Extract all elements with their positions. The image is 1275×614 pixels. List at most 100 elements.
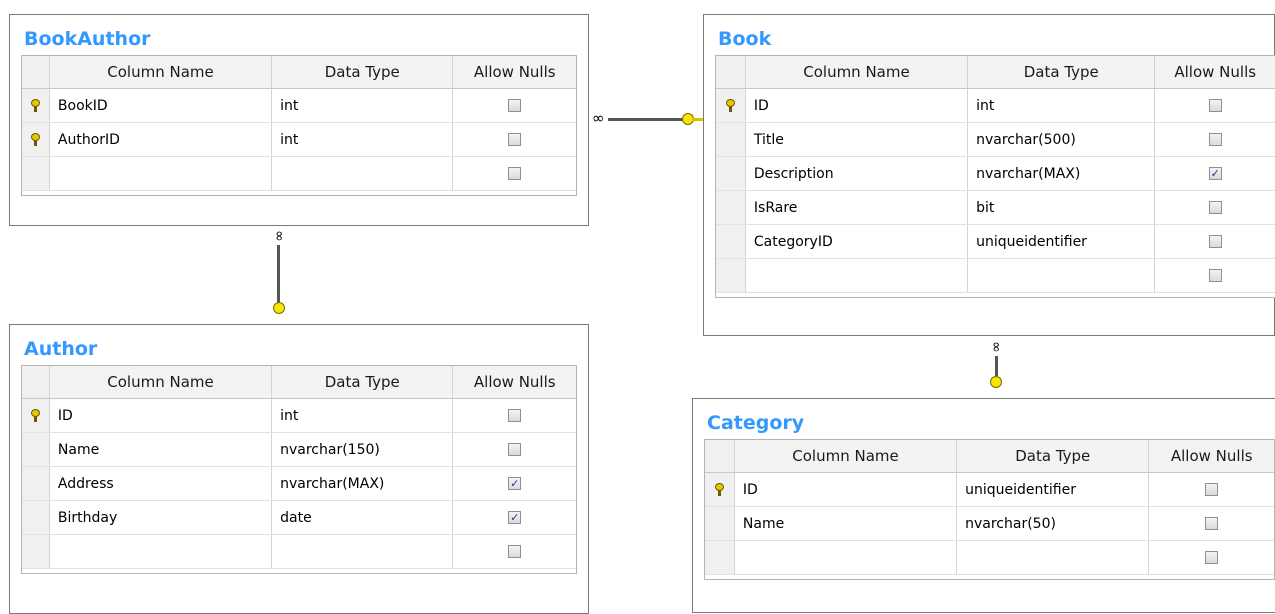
column-name-cell[interactable]	[50, 535, 273, 568]
row-selector[interactable]	[22, 123, 50, 156]
data-type-cell[interactable]: nvarchar(500)	[968, 123, 1156, 156]
header-column-name[interactable]: Column Name	[746, 56, 969, 88]
allow-nulls-checkbox[interactable]	[508, 99, 522, 112]
row-selector[interactable]	[716, 123, 746, 156]
table-row[interactable]: AuthorID int	[22, 123, 576, 157]
allow-nulls-checkbox[interactable]	[508, 167, 522, 180]
table-row[interactable]	[22, 535, 576, 569]
row-selector[interactable]	[22, 399, 50, 432]
row-selector[interactable]	[716, 157, 746, 190]
allow-nulls-checkbox[interactable]: ✓	[508, 477, 522, 490]
header-column-name[interactable]: Column Name	[50, 366, 273, 398]
column-name-cell[interactable]: ID	[735, 473, 958, 506]
data-type-cell[interactable]: nvarchar(MAX)	[272, 467, 454, 500]
column-name-cell[interactable]: Description	[746, 157, 969, 190]
allow-nulls-checkbox[interactable]	[1208, 201, 1222, 214]
table-row[interactable]: Name nvarchar(150)	[22, 433, 576, 467]
allow-nulls-checkbox[interactable]	[1205, 517, 1219, 530]
data-type-cell[interactable]: int	[968, 89, 1156, 122]
allow-nulls-checkbox[interactable]: ✓	[1208, 167, 1222, 180]
allow-nulls-checkbox[interactable]	[508, 409, 522, 422]
data-type-cell[interactable]: nvarchar(MAX)	[968, 157, 1156, 190]
column-name-cell[interactable]: Birthday	[50, 501, 273, 534]
table-row[interactable]: CategoryID uniqueidentifier	[716, 225, 1275, 259]
table-row[interactable]: ID uniqueidentifier	[705, 473, 1274, 507]
allow-nulls-checkbox[interactable]	[508, 133, 522, 146]
allow-nulls-checkbox[interactable]	[1208, 99, 1222, 112]
header-data-type[interactable]: Data Type	[968, 56, 1156, 88]
table-row[interactable]: BookID int	[22, 89, 576, 123]
header-data-type[interactable]: Data Type	[957, 440, 1150, 472]
data-type-cell[interactable]	[272, 157, 454, 190]
table-row[interactable]: Title nvarchar(500)	[716, 123, 1275, 157]
allow-nulls-checkbox[interactable]	[508, 443, 522, 456]
column-name-cell[interactable]: AuthorID	[50, 123, 273, 156]
data-type-cell[interactable]	[968, 259, 1156, 292]
data-type-cell[interactable]: int	[272, 123, 454, 156]
column-name-cell[interactable]: ID	[50, 399, 273, 432]
row-selector[interactable]	[716, 89, 746, 122]
allow-nulls-checkbox[interactable]	[1205, 551, 1219, 564]
row-selector[interactable]	[22, 501, 50, 534]
table-row[interactable]: ID int	[22, 399, 576, 433]
column-name-cell[interactable]: ID	[746, 89, 969, 122]
row-selector[interactable]	[705, 473, 735, 506]
table-category[interactable]: Category Column Name Data Type Allow Nulls…	[692, 398, 1275, 613]
data-type-cell[interactable]: int	[272, 399, 454, 432]
allow-nulls-checkbox[interactable]: ✓	[508, 511, 522, 524]
row-selector[interactable]	[22, 157, 50, 190]
allow-nulls-checkbox[interactable]	[1208, 133, 1222, 146]
table-row[interactable]: IsRare bit	[716, 191, 1275, 225]
allow-nulls-checkbox[interactable]	[1205, 483, 1219, 496]
table-row[interactable]	[22, 157, 576, 191]
column-name-cell[interactable]: IsRare	[746, 191, 969, 224]
data-type-cell[interactable]	[957, 541, 1150, 574]
table-row[interactable]: ID int	[716, 89, 1275, 123]
table-book[interactable]: Book Column Name Data Type Allow Nulls ID in…	[703, 14, 1275, 336]
column-name-cell[interactable]: Address	[50, 467, 273, 500]
row-selector[interactable]	[22, 467, 50, 500]
header-column-name[interactable]: Column Name	[735, 440, 958, 472]
row-selector[interactable]	[716, 259, 746, 292]
header-allow-nulls[interactable]: Allow Nulls	[1155, 56, 1275, 88]
row-selector[interactable]	[22, 89, 50, 122]
header-data-type[interactable]: Data Type	[272, 366, 454, 398]
column-name-cell[interactable]	[746, 259, 969, 292]
row-selector[interactable]	[705, 541, 735, 574]
row-selector[interactable]	[716, 225, 746, 258]
table-bookauthor[interactable]: BookAuthor Column Name Data Type Allow Nul…	[9, 14, 589, 226]
row-selector[interactable]	[716, 191, 746, 224]
table-row[interactable]: Description nvarchar(MAX) ✓	[716, 157, 1275, 191]
table-row[interactable]: Address nvarchar(MAX) ✓	[22, 467, 576, 501]
row-selector[interactable]	[705, 507, 735, 540]
header-allow-nulls[interactable]: Allow Nulls	[453, 366, 576, 398]
data-type-cell[interactable]: date	[272, 501, 454, 534]
allow-nulls-checkbox[interactable]	[508, 545, 522, 558]
header-allow-nulls[interactable]: Allow Nulls	[1149, 440, 1274, 472]
table-row[interactable]	[716, 259, 1275, 293]
table-row[interactable]	[705, 541, 1274, 575]
table-row[interactable]: Birthday date ✓	[22, 501, 576, 535]
data-type-cell[interactable]: bit	[968, 191, 1156, 224]
table-author[interactable]: Author Column Name Data Type Allow Nulls ID…	[9, 324, 589, 614]
column-name-cell[interactable]	[50, 157, 273, 190]
table-row[interactable]: Name nvarchar(50)	[705, 507, 1274, 541]
data-type-cell[interactable]	[272, 535, 454, 568]
header-data-type[interactable]: Data Type	[272, 56, 454, 88]
allow-nulls-checkbox[interactable]	[1208, 235, 1222, 248]
header-allow-nulls[interactable]: Allow Nulls	[453, 56, 576, 88]
row-selector[interactable]	[22, 433, 50, 466]
column-name-cell[interactable]	[735, 541, 958, 574]
column-name-cell[interactable]: BookID	[50, 89, 273, 122]
data-type-cell[interactable]: nvarchar(50)	[957, 507, 1150, 540]
column-name-cell[interactable]: CategoryID	[746, 225, 969, 258]
data-type-cell[interactable]: nvarchar(150)	[272, 433, 454, 466]
data-type-cell[interactable]: int	[272, 89, 454, 122]
allow-nulls-checkbox[interactable]	[1208, 269, 1222, 282]
column-name-cell[interactable]: Name	[735, 507, 958, 540]
row-selector[interactable]	[22, 535, 50, 568]
column-name-cell[interactable]: Name	[50, 433, 273, 466]
data-type-cell[interactable]: uniqueidentifier	[957, 473, 1150, 506]
column-name-cell[interactable]: Title	[746, 123, 969, 156]
header-column-name[interactable]: Column Name	[50, 56, 273, 88]
